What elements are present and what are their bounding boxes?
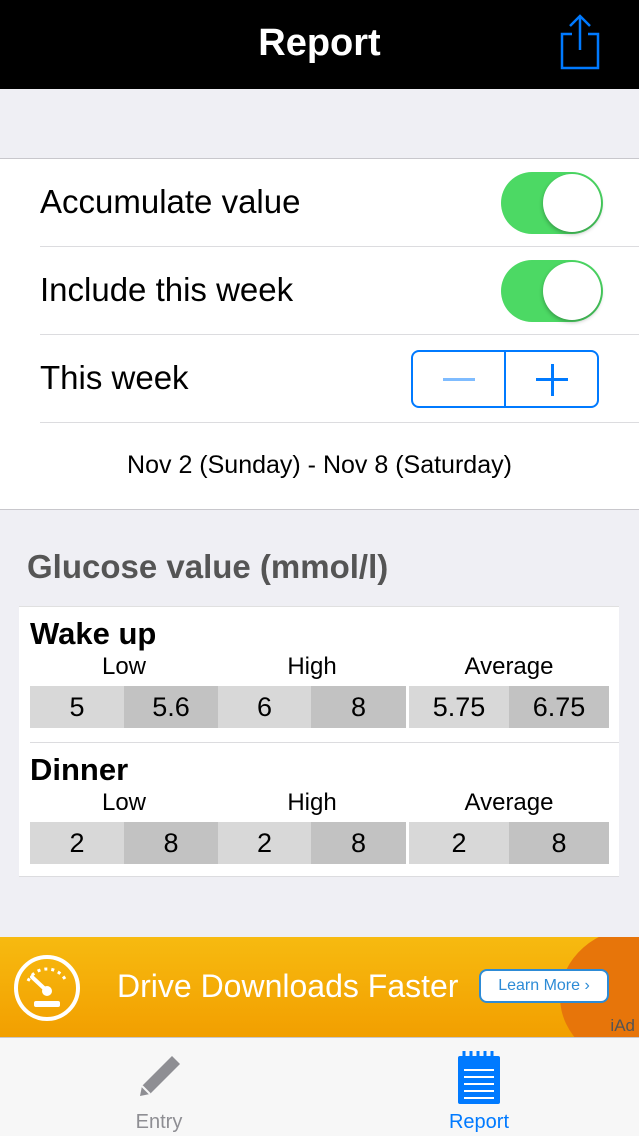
tab-bar: Entry Report — [0, 1037, 639, 1136]
value-cell: 6.75 — [509, 686, 609, 728]
tab-label: Report — [448, 1111, 510, 1133]
report-settings: Accumulate value Include this week This … — [0, 158, 639, 510]
group-title: Dinner — [30, 752, 129, 787]
next-week-button[interactable] — [504, 352, 597, 406]
accumulate-label: Accumulate value — [40, 183, 301, 220]
include-week-label: Include this week — [40, 271, 294, 308]
column-label-high: High — [287, 789, 337, 816]
value-cell: 2 — [30, 822, 124, 864]
tab-entry[interactable]: Entry — [79, 1038, 239, 1136]
column-label-high: High — [287, 653, 337, 680]
share-button[interactable] — [556, 12, 604, 72]
accumulate-toggle[interactable] — [501, 172, 603, 234]
value-cell: 5.75 — [409, 686, 509, 728]
group-title: Wake up — [30, 616, 157, 651]
include-week-row: Include this week — [40, 247, 639, 335]
learn-more-button[interactable]: Learn More › — [479, 969, 609, 1003]
toggle-knob — [543, 174, 601, 232]
column-label-low: Low — [101, 653, 147, 680]
include-week-toggle[interactable] — [501, 260, 603, 322]
minus-icon — [443, 378, 475, 381]
toggle-knob — [543, 262, 601, 320]
ad-headline: Drive Downloads Faster — [117, 968, 459, 1004]
accumulate-row: Accumulate value — [40, 159, 639, 247]
value-cell: 2 — [218, 822, 311, 864]
value-cell: 5 — [30, 686, 124, 728]
tab-report[interactable]: Report — [399, 1038, 559, 1136]
tab-label: Entry — [135, 1111, 183, 1133]
page-title: Report — [258, 22, 381, 64]
speedometer-icon — [14, 955, 80, 1021]
date-range: Nov 2 (Sunday) - Nov 8 (Saturday) — [127, 451, 512, 479]
iad-label: iAd — [610, 1016, 635, 1035]
pencil-icon — [140, 1056, 180, 1096]
previous-week-button[interactable] — [413, 352, 504, 406]
value-cell: 8 — [311, 686, 406, 728]
notepad-icon — [458, 1051, 500, 1104]
column-label-low: Low — [101, 789, 147, 816]
value-cell: 2 — [409, 822, 509, 864]
glucose-group-wake-up: Wake up Low High Average 5 5.6 6 8 5.75 … — [19, 607, 619, 743]
column-label-average: Average — [464, 653, 554, 680]
column-label-average: Average — [464, 789, 554, 816]
glucose-section-title: Glucose value (mmol/l) — [27, 548, 389, 585]
navigation-bar: Report — [0, 0, 639, 89]
value-cell: 6 — [218, 686, 311, 728]
share-icon — [560, 14, 600, 70]
week-stepper[interactable] — [411, 350, 599, 408]
glucose-table: Wake up Low High Average 5 5.6 6 8 5.75 … — [19, 606, 619, 877]
ad-banner[interactable]: Drive Downloads Faster Learn More › iAd — [0, 937, 639, 1037]
week-label: This week — [40, 359, 189, 396]
glucose-group-dinner: Dinner Low High Average 2 8 2 8 2 8 — [19, 743, 619, 878]
value-cell: 8 — [509, 822, 609, 864]
week-row: This week — [40, 335, 639, 423]
value-cell: 8 — [124, 822, 218, 864]
value-cell: 5.6 — [124, 686, 218, 728]
value-cell: 8 — [311, 822, 406, 864]
